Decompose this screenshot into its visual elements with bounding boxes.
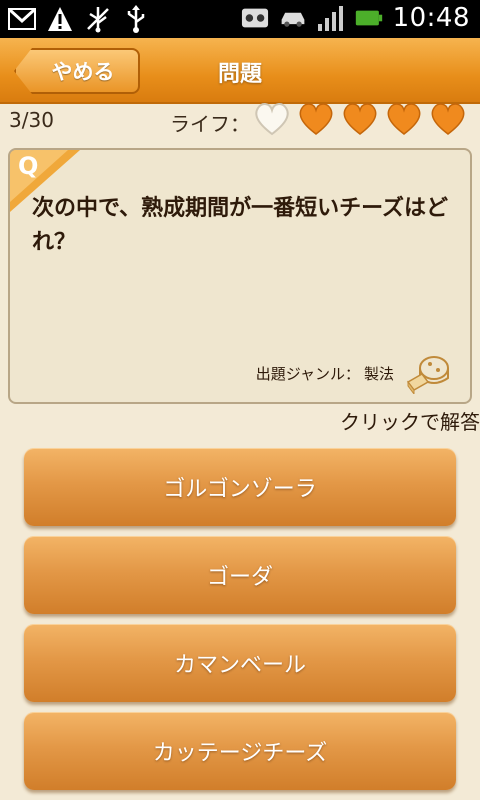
genre-row: 出題ジャンル： 製法 <box>256 352 450 394</box>
warning-icon <box>46 5 74 33</box>
page-title: 問題 <box>217 62 262 87</box>
car-icon <box>279 4 307 32</box>
genre-label: 出題ジャンル： <box>255 364 360 383</box>
genre-value: 製法 <box>363 364 394 383</box>
question-badge-label: Q <box>18 152 39 180</box>
battery-icon <box>355 4 383 32</box>
answer-label: ゴーダ <box>206 565 273 590</box>
heart-full-icon <box>431 103 465 135</box>
heart-empty-icon <box>255 103 289 136</box>
heart-full-icon <box>343 103 377 135</box>
gmail-icon <box>8 5 36 33</box>
life-label: ライフ： <box>170 112 250 136</box>
question-progress: 3/30 <box>9 108 54 132</box>
question-text: 次の中で、熟成期間が一番短いチーズはどれ？ <box>32 196 449 255</box>
answer-button-2[interactable]: ゴーダ <box>24 536 456 614</box>
heart-full-icon <box>387 103 421 135</box>
usb-icon <box>122 5 150 33</box>
life-hearts <box>252 100 468 138</box>
question-card: Q 次の中で、熟成期間が一番短いチーズはどれ？ 出題ジャンル： 製法 <box>8 148 472 404</box>
usb-debug-icon <box>84 5 112 33</box>
cheese-icon <box>406 356 449 394</box>
answer-label: カッテージチーズ <box>152 741 328 766</box>
signal-icon <box>317 4 345 32</box>
answer-label: ゴルゴンゾーラ <box>163 477 317 502</box>
heart-full-icon <box>299 103 333 135</box>
answer-button-4[interactable]: カッテージチーズ <box>24 712 456 790</box>
answer-list: ゴルゴンゾーラ ゴーダ カマンベール カッテージチーズ <box>24 448 456 800</box>
clock-time: 10:48 <box>392 3 470 33</box>
title-bar: やめる 問題 <box>0 38 480 104</box>
answer-label: カマンベール <box>173 653 306 678</box>
answer-button-1[interactable]: ゴルゴンゾーラ <box>24 448 456 526</box>
voicemail-icon <box>241 4 269 32</box>
answer-button-3[interactable]: カマンベール <box>24 624 456 702</box>
answer-hint: クリックで解答 <box>340 410 480 434</box>
status-bar: 10:48 <box>0 0 480 38</box>
